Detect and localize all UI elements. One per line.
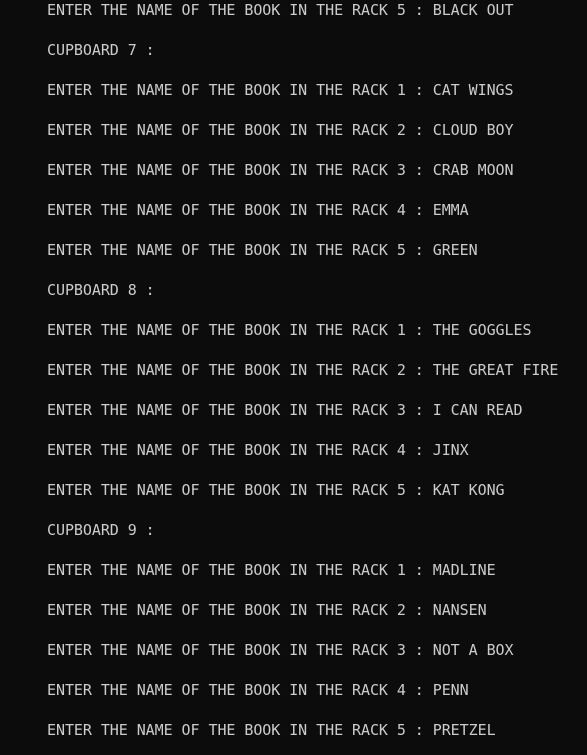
console-line: ENTER THE NAME OF THE BOOK IN THE RACK 1… [47, 81, 514, 99]
console-line: ENTER THE NAME OF THE BOOK IN THE RACK 2… [47, 121, 514, 139]
cupboard-heading: CUPBOARD 8 : [47, 281, 155, 299]
console-line: ENTER THE NAME OF THE BOOK IN THE RACK 4… [47, 441, 469, 459]
console-line: ENTER THE NAME OF THE BOOK IN THE RACK 5… [47, 241, 478, 259]
console-line: ENTER THE NAME OF THE BOOK IN THE RACK 3… [47, 641, 514, 659]
console-line: ENTER THE NAME OF THE BOOK IN THE RACK 3… [47, 401, 523, 419]
console-line: ENTER THE NAME OF THE BOOK IN THE RACK 3… [47, 161, 514, 179]
console-output[interactable]: ENTER THE NAME OF THE BOOK IN THE RACK 5… [0, 0, 587, 755]
console-line: ENTER THE NAME OF THE BOOK IN THE RACK 2… [47, 361, 559, 379]
console-line: ENTER THE NAME OF THE BOOK IN THE RACK 5… [47, 721, 496, 739]
console-line: ENTER THE NAME OF THE BOOK IN THE RACK 1… [47, 561, 496, 579]
console-line: ENTER THE NAME OF THE BOOK IN THE RACK 5… [47, 1, 514, 19]
console-line: ENTER THE NAME OF THE BOOK IN THE RACK 2… [47, 601, 487, 619]
console-line: ENTER THE NAME OF THE BOOK IN THE RACK 5… [47, 481, 505, 499]
console-line: ENTER THE NAME OF THE BOOK IN THE RACK 1… [47, 321, 532, 339]
console-line: ENTER THE NAME OF THE BOOK IN THE RACK 4… [47, 201, 469, 219]
console-line: ENTER THE NAME OF THE BOOK IN THE RACK 4… [47, 681, 469, 699]
cupboard-heading: CUPBOARD 7 : [47, 41, 155, 59]
cupboard-heading: CUPBOARD 9 : [47, 521, 155, 539]
